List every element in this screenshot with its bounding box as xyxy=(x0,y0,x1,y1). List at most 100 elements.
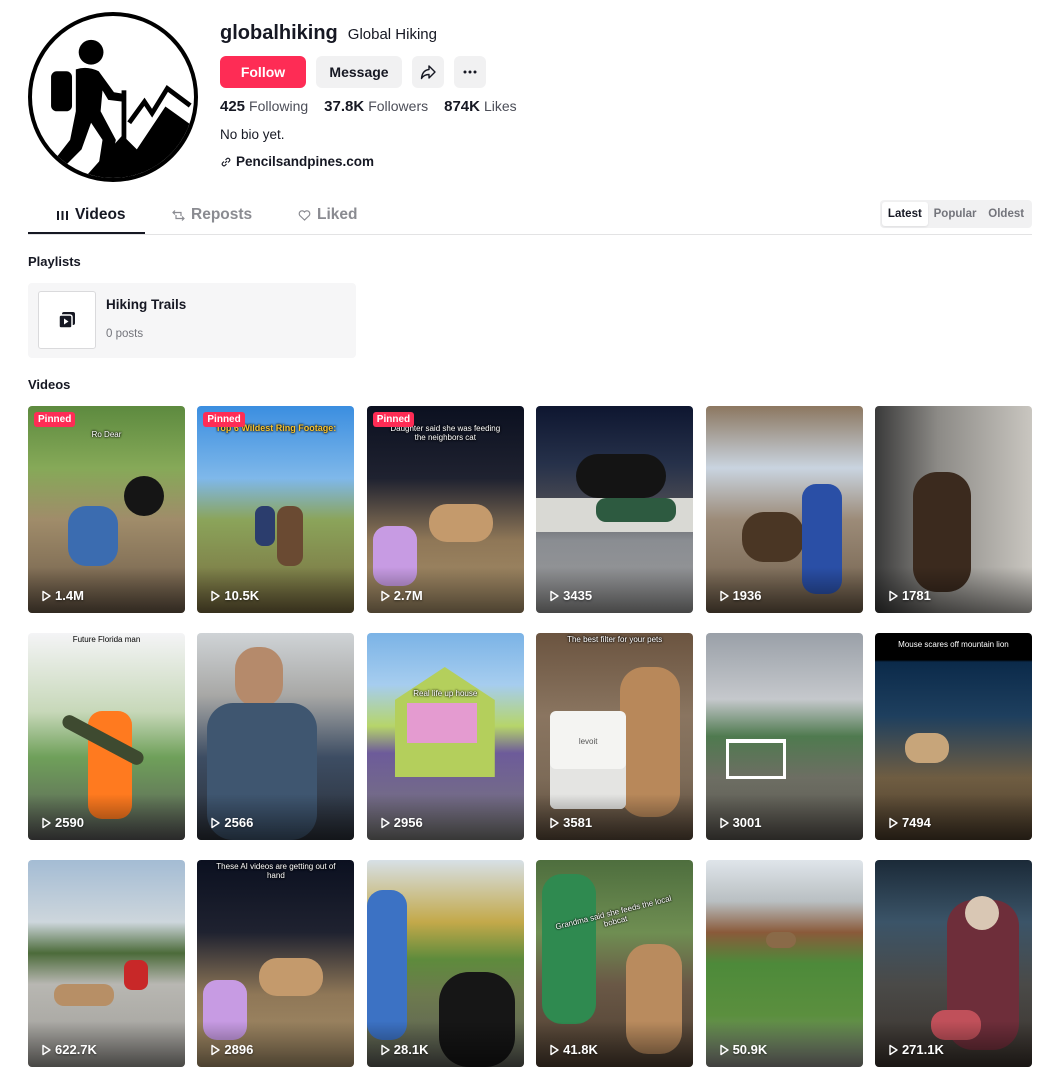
play-icon xyxy=(42,1044,51,1055)
profile-link[interactable]: Pencilsandpines.com xyxy=(220,154,374,169)
playlist-post-count: 0 posts xyxy=(106,328,144,340)
view-count: 2566 xyxy=(209,815,253,830)
view-count: 2590 xyxy=(40,815,84,830)
view-count: 271.1K xyxy=(887,1042,944,1057)
video-card[interactable]: These AI videos are getting out of hand … xyxy=(197,860,355,1067)
video-card[interactable]: 2566 xyxy=(197,633,355,840)
play-icon xyxy=(42,817,51,828)
video-card[interactable]: 3001 xyxy=(705,633,863,840)
play-icon xyxy=(42,590,51,601)
view-count: 2956 xyxy=(379,815,423,830)
video-caption: These AI videos are getting out of hand xyxy=(216,862,336,880)
profile-stats: 425 Following 37.8K Followers 874K Likes xyxy=(220,98,517,115)
play-icon xyxy=(211,590,221,601)
playlists-heading: Playlists xyxy=(28,254,81,269)
more-options-button[interactable] xyxy=(454,56,486,88)
video-card[interactable]: Grandma said she feeds the local bobcat … xyxy=(536,860,694,1067)
playlist-icon xyxy=(58,312,75,329)
play-icon xyxy=(550,817,559,828)
video-card[interactable]: Mouse scares off mountain lion 7494 xyxy=(874,633,1032,840)
play-icon xyxy=(381,1044,390,1055)
playlist-card[interactable]: Hiking Trails 0 posts xyxy=(28,283,356,358)
brand-label: levoit xyxy=(578,737,598,746)
tab-videos[interactable]: Videos xyxy=(56,196,126,234)
video-card[interactable]: 1936 xyxy=(705,406,863,613)
view-count: 1.4M xyxy=(40,588,84,603)
pinned-badge: Pinned xyxy=(372,412,415,427)
likes-stat: 874K Likes xyxy=(444,98,517,115)
video-card[interactable]: 28.1K xyxy=(366,860,524,1067)
playlist-thumbnail xyxy=(38,291,96,349)
view-count: 3001 xyxy=(718,815,761,830)
video-card[interactable]: 50.9K xyxy=(705,860,863,1067)
view-count: 3581 xyxy=(548,815,592,830)
view-count: 1936 xyxy=(718,588,761,603)
play-icon xyxy=(889,817,898,828)
video-card[interactable]: Real life up house 2956 xyxy=(366,633,524,840)
video-caption: Ro Dear xyxy=(91,430,122,439)
video-caption: The best filter for your pets xyxy=(567,635,663,644)
view-count: 7494 xyxy=(887,815,931,830)
play-icon xyxy=(889,590,898,601)
play-icon xyxy=(381,817,390,828)
play-icon xyxy=(211,1044,221,1055)
pinned-badge: Pinned xyxy=(203,412,245,427)
play-icon xyxy=(719,817,729,828)
view-count: 50.9K xyxy=(718,1042,767,1057)
sort-popular[interactable]: Popular xyxy=(928,202,983,226)
follow-button[interactable]: Follow xyxy=(220,56,306,88)
sort-oldest[interactable]: Oldest xyxy=(982,202,1030,226)
grid-icon xyxy=(57,210,68,220)
tab-liked[interactable]: Liked xyxy=(298,196,357,234)
view-count: 28.1K xyxy=(379,1042,428,1057)
video-card[interactable]: 3435 xyxy=(536,406,694,613)
play-icon xyxy=(381,590,390,601)
view-count: 3435 xyxy=(548,588,592,603)
profile-tabs: Videos Reposts Liked Latest Popular Olde… xyxy=(28,196,1032,235)
video-card[interactable]: levoit The best filter for your pets 358… xyxy=(536,633,694,840)
tab-reposts[interactable]: Reposts xyxy=(172,196,252,234)
video-card[interactable]: Future Florida man 2590 xyxy=(28,633,185,840)
video-caption: Future Florida man xyxy=(72,635,141,644)
repost-icon xyxy=(172,209,185,221)
video-caption: Mouse scares off mountain lion xyxy=(898,640,1009,649)
video-card[interactable]: Daughter said she was feeding the neighb… xyxy=(366,406,524,613)
share-icon xyxy=(420,65,436,80)
video-card[interactable]: 271.1K xyxy=(874,860,1032,1067)
play-icon xyxy=(719,590,729,601)
view-count: 2.7M xyxy=(379,588,423,603)
video-card[interactable]: 622.7K xyxy=(28,860,185,1067)
videos-heading: Videos xyxy=(28,377,71,392)
share-button[interactable] xyxy=(412,56,444,88)
video-grid: Ro Dear Pinned 1.4M Top 6 Wildest Ring F… xyxy=(28,406,1032,1067)
username: globalhiking xyxy=(220,22,338,44)
following-stat[interactable]: 425 Following xyxy=(220,98,308,115)
profile-link-text[interactable]: Pencilsandpines.com xyxy=(236,154,374,169)
view-count: 10.5K xyxy=(209,588,259,603)
playlist-name: Hiking Trails xyxy=(106,297,187,312)
view-count: 41.8K xyxy=(548,1042,598,1057)
more-icon xyxy=(463,70,477,74)
play-icon xyxy=(211,817,221,828)
play-icon xyxy=(550,590,559,601)
video-card[interactable]: Top 6 Wildest Ring Footage: Pinned 10.5K xyxy=(197,406,355,613)
pinned-badge: Pinned xyxy=(34,412,76,427)
sort-latest[interactable]: Latest xyxy=(882,202,928,226)
link-icon xyxy=(221,157,231,166)
video-caption: Real life up house xyxy=(413,689,478,698)
message-button[interactable]: Message xyxy=(316,56,402,88)
avatar[interactable] xyxy=(28,12,198,182)
view-count: 2896 xyxy=(209,1042,253,1057)
view-count: 622.7K xyxy=(40,1042,97,1057)
video-card[interactable]: Ro Dear Pinned 1.4M xyxy=(28,406,185,613)
hiker-logo xyxy=(51,39,194,178)
view-count: 1781 xyxy=(887,588,931,603)
heart-icon xyxy=(298,209,311,221)
followers-stat[interactable]: 37.8K Followers xyxy=(324,98,428,115)
active-tab-indicator xyxy=(28,232,145,234)
play-icon xyxy=(550,1044,559,1055)
video-card[interactable]: 1781 xyxy=(874,406,1032,613)
nickname: Global Hiking xyxy=(347,26,437,43)
play-icon xyxy=(719,1044,729,1055)
play-icon xyxy=(889,1044,898,1055)
